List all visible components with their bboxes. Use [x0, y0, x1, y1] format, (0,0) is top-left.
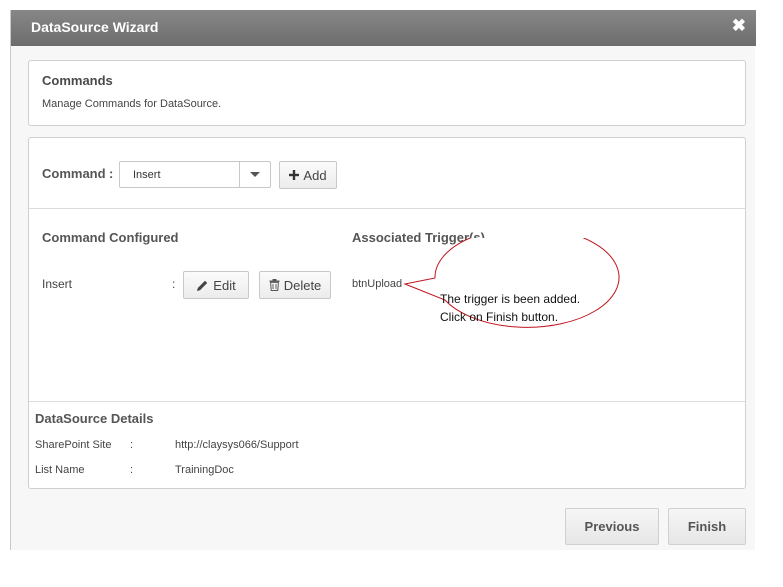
- configured-command-name: Insert: [42, 277, 73, 291]
- datasource-details-heading: DataSource Details: [35, 411, 154, 426]
- callout-text: The trigger is been added. Click on Fini…: [440, 290, 580, 326]
- callout-line-2: Click on Finish button.: [440, 310, 559, 324]
- section-divider: [29, 208, 745, 209]
- command-configured-header: Command Configured: [42, 230, 179, 245]
- previous-button[interactable]: Previous: [565, 508, 659, 545]
- command-label: Command: [42, 166, 106, 181]
- detail-label-list-name: List Name: [35, 464, 85, 476]
- dropdown-toggle[interactable]: [239, 162, 270, 187]
- command-select[interactable]: Insert: [119, 161, 271, 188]
- configured-command-colon: :: [172, 277, 176, 291]
- command-colon: :: [109, 166, 114, 181]
- trash-icon: [269, 279, 280, 291]
- delete-button-label: Delete: [283, 277, 322, 293]
- detail-label-sharepoint-site: SharePoint Site: [35, 439, 112, 451]
- detail-value-sharepoint-site: http://claysys066/Support: [175, 439, 299, 451]
- add-command-button[interactable]: Add: [279, 161, 337, 189]
- finish-button[interactable]: Finish: [668, 508, 746, 545]
- edit-button[interactable]: Edit: [183, 271, 249, 299]
- add-button-label: Add: [303, 167, 327, 183]
- edit-button-label: Edit: [213, 277, 236, 293]
- close-icon[interactable]: ✖: [732, 16, 746, 36]
- commands-heading: Commands: [42, 73, 113, 88]
- plus-icon: [289, 170, 300, 180]
- title-bar: DataSource Wizard ✖: [11, 10, 756, 46]
- detail-colon: :: [130, 464, 134, 476]
- commands-panel: Commands Manage Commands for DataSource.: [28, 60, 746, 126]
- detail-value-list-name: TrainingDoc: [175, 464, 234, 476]
- command-select-value: Insert: [133, 169, 161, 181]
- dialog-title: DataSource Wizard: [31, 19, 159, 35]
- chevron-down-icon: [250, 172, 260, 177]
- pencil-icon: [197, 280, 208, 291]
- delete-button[interactable]: Delete: [259, 271, 331, 299]
- details-divider: [29, 401, 745, 402]
- callout-line-1: The trigger is been added.: [440, 292, 581, 306]
- detail-colon: :: [130, 439, 134, 451]
- commands-description: Manage Commands for DataSource.: [42, 98, 222, 110]
